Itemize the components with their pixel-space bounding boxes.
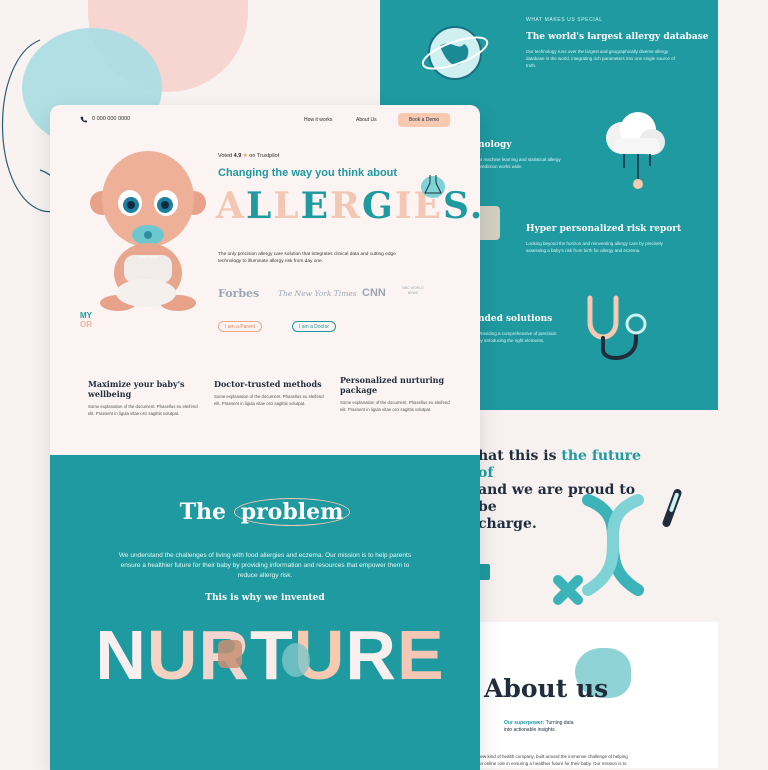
letter-a: A — [216, 185, 246, 227]
pacifier-label: baby nurture — [139, 255, 159, 259]
risk-report-title: Hyper personalized risk report — [526, 224, 682, 234]
trustpilot-label: on Trustpilot — [249, 153, 280, 159]
press-logo-nyt: The New York Times — [278, 289, 357, 298]
nav-about-us[interactable]: About Us — [356, 117, 377, 123]
globe-icon — [421, 26, 489, 80]
problem-title-word: problem — [233, 498, 351, 526]
database-title: The world's largest allergy database — [526, 32, 709, 42]
feature-title: Personalized nurturing package — [340, 375, 445, 395]
feature-title: Maximize your baby's wellbeing — [88, 379, 185, 399]
letter-i: I — [394, 185, 414, 227]
problem-section: The problem We understand the challenges… — [50, 455, 480, 770]
landing-page-card: 0 000 000 0000 How it works About Us Boo… — [50, 105, 480, 770]
about-copy-line-1: new kind of health company, built around… — [478, 754, 628, 759]
letter-u: U — [146, 616, 199, 694]
quote-part-c: charge. — [478, 516, 537, 532]
parent-button[interactable]: I am a Parent — [218, 321, 263, 332]
flask-blob — [282, 643, 310, 677]
nurture-wordmark: NURTURE — [60, 615, 480, 695]
quote-part-a: hat this is — [478, 448, 562, 464]
risk-report-copy: Looking beyond the horizon and reinventi… — [526, 241, 663, 253]
feature-wellbeing: Maximize your baby's wellbeing Some expl… — [88, 379, 198, 417]
press-logo-forbes: Forbes — [218, 287, 260, 300]
flask-icon — [421, 175, 445, 198]
brand-line-2: OR — [80, 320, 92, 329]
solutions-title: nded solutions — [478, 314, 553, 324]
thermometer-icon — [662, 488, 682, 528]
letter-r: R — [330, 185, 362, 227]
baby-illustration — [90, 151, 206, 311]
voted-label: Voted — [218, 153, 233, 159]
feature-nurturing-package: Personalized nurturing package Some expl… — [340, 375, 450, 413]
trustpilot-rating: Voted 4.9 ★ on Trustpilot — [218, 153, 279, 159]
cloud-network-icon — [606, 112, 665, 189]
problem-copy: We understand the challenges of living w… — [118, 552, 412, 579]
solutions-copy: Providing a comprehensive of precision b… — [478, 331, 557, 343]
top-navigation: 0 000 000 0000 How it works About Us Boo… — [50, 105, 480, 137]
superpower-label: Our superpower: — [504, 720, 545, 726]
feature-doctor-trusted: Doctor-trusted methods Some explanation … — [214, 379, 324, 407]
letter-n: N — [95, 616, 147, 694]
problem-title: The problem — [50, 498, 480, 526]
hero-description: The only precision allergy care solution… — [218, 252, 396, 264]
letter-s: S — [442, 185, 470, 227]
about-copy: new kind of health company, built around… — [478, 753, 648, 767]
doctor-button[interactable]: I am a Doctor — [292, 321, 337, 332]
feature-copy: Some explanation of the document. Phasel… — [214, 394, 324, 406]
press-logo-cnn: CNN — [362, 287, 386, 299]
phone-icon — [80, 116, 87, 123]
feature-copy: Some explanation of the document. Phasel… — [88, 404, 198, 416]
letter-l2: L — [273, 185, 301, 227]
letter-period: . — [470, 185, 480, 227]
invented-line: This is why we invented — [205, 593, 325, 603]
section-kicker: WHAT MAKES US SPECIAL — [526, 17, 603, 23]
letter-l1: L — [245, 185, 274, 227]
stethoscope-icon — [587, 295, 647, 361]
technology-copy: AI machine learning and statistical alle… — [478, 157, 561, 169]
letter-g: G — [361, 185, 395, 227]
feature-title: Doctor-trusted methods — [214, 379, 322, 389]
feature-copy: Some explanation of the document. Phasel… — [340, 400, 450, 412]
technology-title: nology — [478, 140, 512, 150]
problem-title-the: The — [179, 499, 227, 525]
about-title: About us — [484, 674, 609, 703]
nav-how-it-works[interactable]: How it works — [304, 117, 332, 123]
phone-number[interactable]: 0 000 000 0000 — [92, 116, 130, 122]
letter-r2: R — [345, 616, 397, 694]
star-icon: ★ — [242, 153, 248, 159]
family-photo — [218, 640, 242, 668]
database-copy: Our technology runs over the largest and… — [526, 49, 675, 68]
letter-e: E — [300, 185, 331, 227]
about-copy-line-2: an online role in ensuring a healthier f… — [478, 761, 627, 766]
brand-logo: MY OR — [80, 311, 92, 329]
superpower-text: Our superpower: Turning data into action… — [504, 720, 574, 734]
letter-e: E — [396, 616, 445, 694]
book-demo-button[interactable]: Book a Demo — [398, 113, 450, 127]
press-logo-bbc: BBC WORLD NEWS — [402, 286, 424, 295]
hero-headline: Changing the way you think about — [218, 167, 398, 179]
brand-line-1: MY — [80, 311, 92, 320]
rating-value: 4.9 — [233, 153, 242, 159]
